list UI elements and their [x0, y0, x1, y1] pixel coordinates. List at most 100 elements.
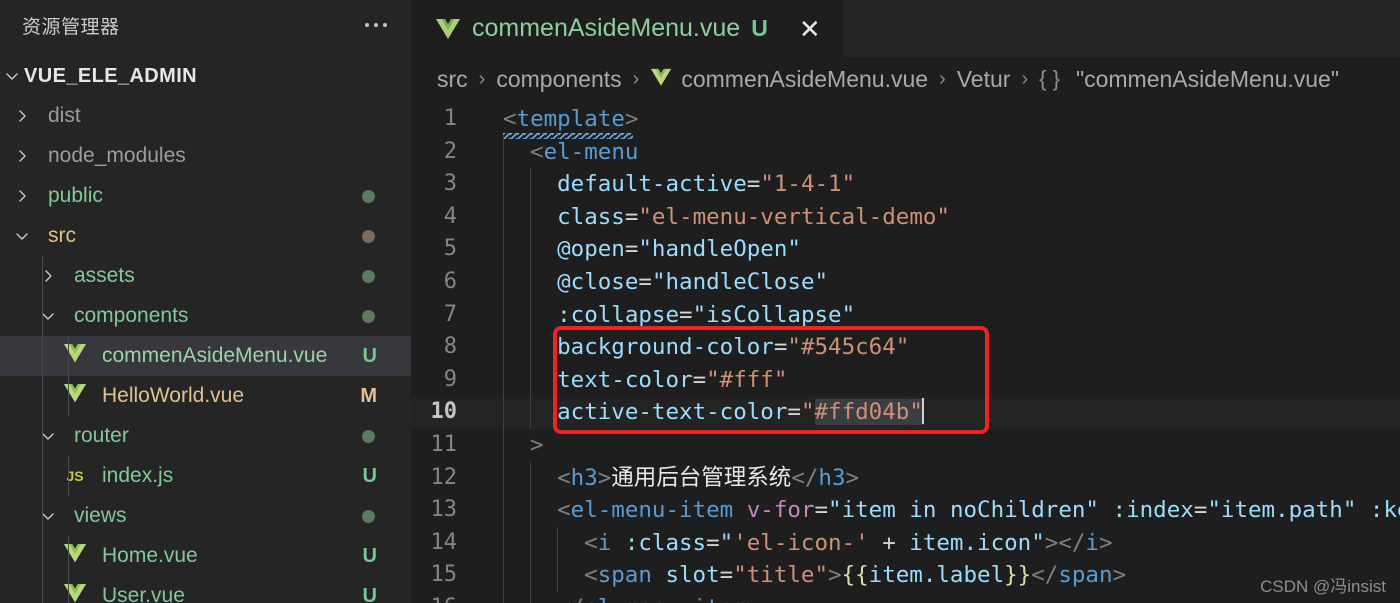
tree-item-index-js[interactable]: JS index.js U	[0, 456, 411, 496]
code-token: "	[800, 399, 815, 426]
line-number: 12	[430, 464, 458, 490]
chevron-down-icon[interactable]	[36, 308, 60, 324]
text-cursor	[921, 398, 924, 425]
code-tokens: active-text-color="#ffd04b"	[481, 398, 924, 426]
code-token: "	[909, 399, 923, 426]
code-token: =	[773, 334, 788, 361]
code-token: </	[1031, 562, 1059, 589]
tree-item-label: assets	[74, 264, 135, 287]
tree-item-home-vue[interactable]: Home.vue U	[0, 536, 411, 576]
indent-guide	[557, 559, 559, 592]
code-tokens: <template>	[481, 106, 638, 132]
indent-guide	[530, 168, 532, 201]
code-line[interactable]: 4 class="el-menu-vertical-demo"	[411, 200, 1400, 234]
code-line[interactable]: 8 background-color="#545c64"	[411, 331, 1400, 364]
indent-guide	[530, 200, 532, 234]
line-number: 5	[443, 236, 457, 262]
tree-item-commenasidemenu-vue[interactable]: commenAsideMenu.vue U	[0, 336, 411, 376]
line-number: 6	[443, 268, 457, 294]
code-line[interactable]: 7:collapse="isCollapse"	[411, 298, 1400, 332]
code-tokens: :collapse="isCollapse"	[481, 302, 855, 328]
explorer-header: 资源管理器	[0, 0, 411, 50]
code-line[interactable]: 3 default-active="1-4-1"	[411, 168, 1400, 201]
git-status-dot	[362, 429, 375, 443]
breadcrumb-item-0[interactable]: src	[437, 66, 468, 93]
code-token: <	[503, 106, 517, 132]
code-token: "#545c64"	[787, 334, 910, 361]
tree-item-views[interactable]: views	[0, 496, 411, 536]
code-line[interactable]: 16</el-menu-item>	[411, 591, 1400, 603]
indent-guide	[503, 526, 504, 560]
chevron-down-icon[interactable]	[36, 428, 60, 444]
code-line[interactable]: 6 @close="handleClose"	[411, 265, 1400, 299]
breadcrumb-item-2[interactable]: commenAsideMenu.vue	[650, 66, 928, 93]
tree-item-helloworld-vue[interactable]: HelloWorld.vue M	[0, 376, 411, 416]
code-token: =	[692, 366, 707, 393]
code-token: item.label	[868, 562, 1005, 589]
code-line[interactable]: 14 <i :class="'el-icon-' + item.icon"></i…	[411, 526, 1400, 560]
code-line[interactable]: 13 <el-menu-item v-for="item in noChildre…	[411, 494, 1400, 527]
chevron-down-icon[interactable]	[36, 508, 60, 524]
git-status-badge: U	[362, 464, 377, 487]
tree-item-user-vue[interactable]: User.vue U	[0, 576, 411, 603]
chevron-down-icon[interactable]	[10, 228, 34, 244]
vue-file-icon	[62, 583, 88, 603]
tree-item-dist[interactable]: dist	[0, 96, 411, 136]
code-line[interactable]: 9 text-color="#fff"	[411, 363, 1400, 397]
vue-file-icon	[62, 543, 88, 569]
code-line-text: active-text-color="#ffd04b"	[481, 396, 1400, 429]
tree-item-label: router	[74, 424, 129, 447]
tree-item-public[interactable]: public	[0, 176, 411, 216]
tree-item-router[interactable]: router	[0, 416, 411, 456]
indent-guide	[503, 265, 504, 299]
chevron-right-icon[interactable]	[36, 268, 60, 284]
code-token: "1-4-1"	[760, 171, 856, 198]
close-icon[interactable]: ✕	[793, 14, 827, 44]
tree-item-src[interactable]: src	[0, 216, 411, 256]
breadcrumb-item-4[interactable]: { } "commenAsideMenu.vue"	[1039, 66, 1339, 93]
code-line-text: <i :class="'el-icon-' + item.icon"></i>	[481, 526, 1400, 560]
tab-title: commenAsideMenu.vue	[472, 14, 741, 42]
tree-item-label: Home.vue	[102, 544, 198, 567]
chevron-right-icon[interactable]	[10, 148, 34, 164]
code-editor[interactable]: 1 <template> 2 <el-menu 3 default-active="1-4…	[411, 101, 1400, 603]
code-tokens: <el-menu	[481, 139, 638, 165]
indent-guide	[68, 336, 69, 376]
breadcrumb-item-3[interactable]: Vetur	[957, 66, 1011, 93]
line-number: 15	[430, 562, 458, 588]
tab-commenAsideMenu-vue[interactable]: commenAsideMenu.vue U ✕	[411, 0, 843, 57]
code-token: v-for	[746, 497, 815, 524]
tree-item-node-modules[interactable]: node_modules	[0, 136, 411, 176]
indent-guide	[530, 363, 532, 397]
code-token: >	[530, 431, 544, 458]
tree-item-components[interactable]: components	[0, 296, 411, 336]
code-token: :class	[624, 529, 707, 556]
code-line[interactable]: 12 <h3>通用后台管理系统</h3>	[411, 461, 1400, 495]
indent-guide	[503, 559, 504, 592]
code-line[interactable]: 15 <span slot="title">{{item.label}}</spa…	[411, 559, 1400, 592]
code-token: span	[1058, 562, 1113, 589]
code-token: slot	[665, 562, 720, 589]
tree-item-assets[interactable]: assets	[0, 256, 411, 296]
code-line[interactable]: 5 @open="handleOpen"	[411, 233, 1400, 266]
code-token: :collapse	[557, 301, 680, 328]
tree-item-label: node_modules	[48, 144, 186, 167]
indent-guide	[42, 496, 43, 536]
code-token: "isCollapse"	[692, 301, 856, 328]
code-line[interactable]: 2 <el-menu	[411, 135, 1400, 169]
tree-item-label: User.vue	[102, 584, 185, 603]
code-token: </	[1058, 529, 1086, 556]
indent-guide	[530, 559, 532, 592]
breadcrumb-item-1[interactable]: components	[496, 66, 621, 93]
tree-root-vue-ele-admin[interactable]: VUE_ELE_ADMIN	[0, 56, 411, 96]
indent-guide	[503, 494, 504, 527]
chevron-right-icon[interactable]	[10, 108, 34, 124]
code-line[interactable]: 11 >	[411, 428, 1400, 462]
more-actions-icon[interactable]	[361, 13, 391, 37]
indent-guide	[503, 591, 504, 603]
indent-guide	[503, 331, 504, 364]
chevron-right-icon[interactable]	[10, 188, 34, 204]
code-line[interactable]: 10 active-text-color="#ffd04b"	[411, 396, 1400, 429]
code-line[interactable]: 1 <template>	[411, 103, 1400, 139]
